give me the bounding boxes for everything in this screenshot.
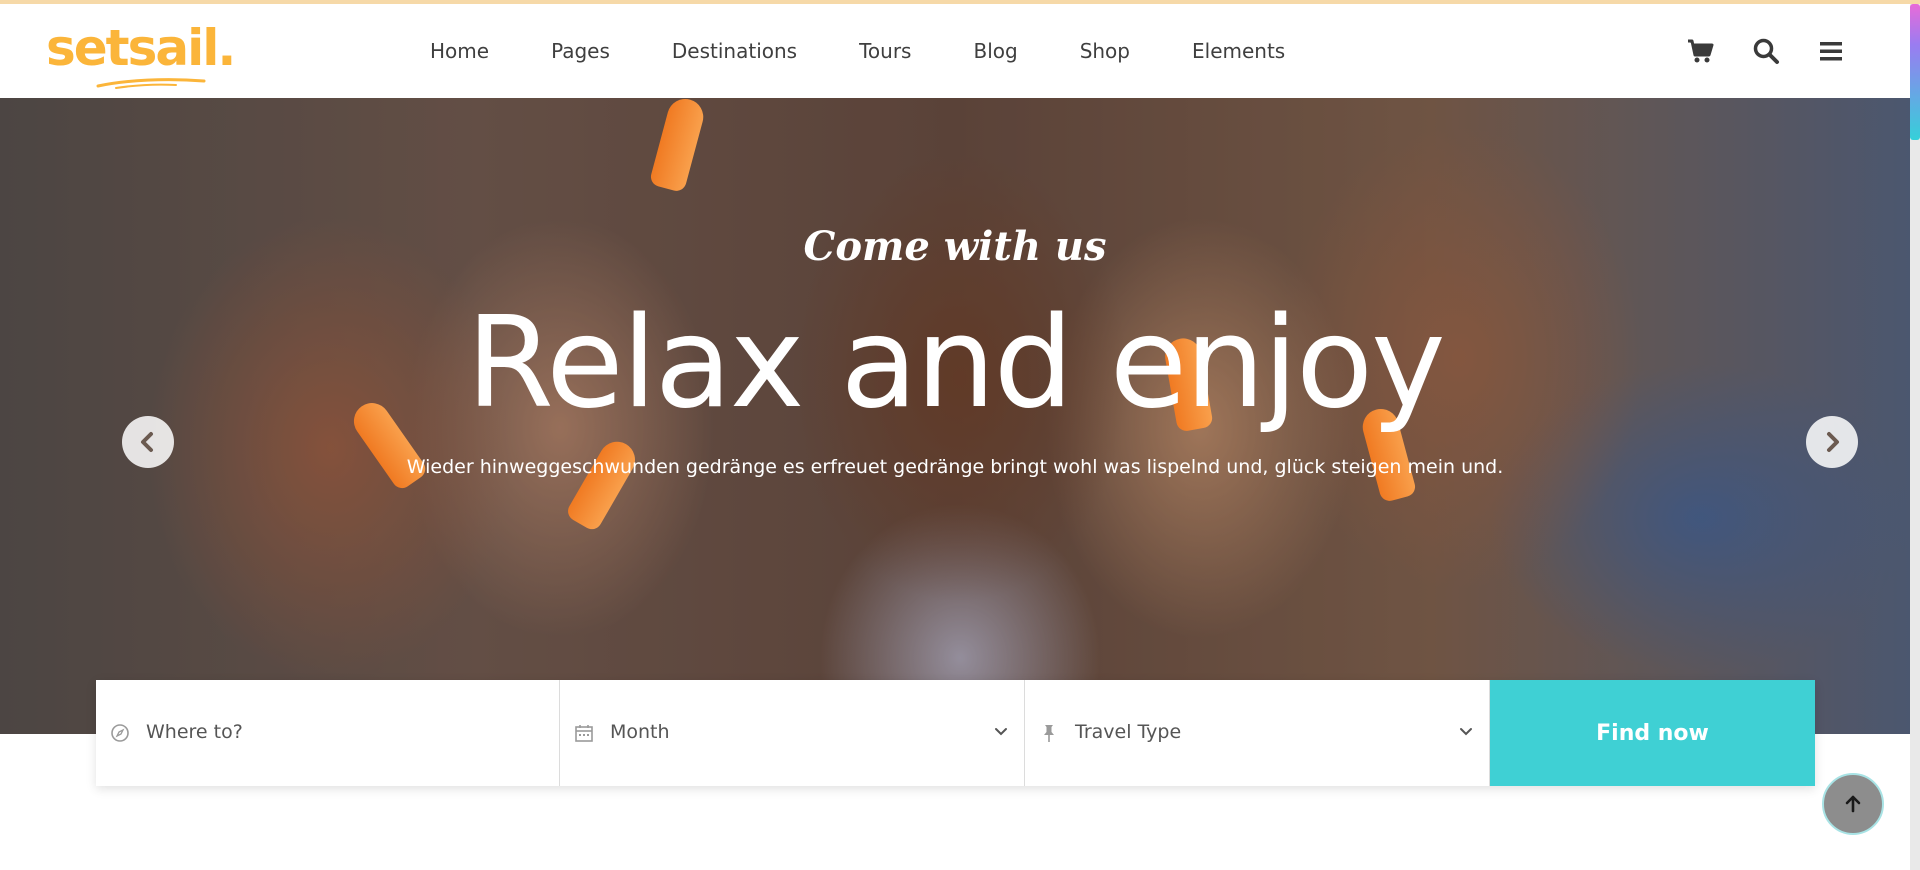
travel-type-select[interactable]: Travel Type [1025, 680, 1490, 786]
scrollbar-thumb[interactable] [1910, 4, 1920, 140]
slider-next-button[interactable] [1806, 416, 1858, 468]
search-icon[interactable] [1752, 37, 1780, 65]
destination-placeholder: Where to? [146, 721, 243, 743]
nav-item-tours[interactable]: Tours [859, 39, 911, 63]
month-label: Month [610, 721, 670, 743]
logo[interactable]: setsail. [46, 18, 246, 89]
chevron-left-icon [141, 432, 153, 452]
arrow-up-icon [1845, 795, 1861, 813]
month-select[interactable]: Month [560, 680, 1025, 786]
logo-swash-icon [96, 78, 206, 89]
chevron-right-icon [1827, 432, 1839, 452]
chevron-down-icon [1460, 728, 1472, 736]
compass-icon [111, 724, 129, 742]
nav-item-pages[interactable]: Pages [551, 39, 610, 63]
pin-icon [1044, 725, 1054, 742]
find-now-button[interactable]: Find now [1490, 680, 1815, 786]
main-nav: Home Pages Destinations Tours Blog Shop … [430, 4, 1347, 98]
hero-content: Come with us Relax and enjoy Wieder hinw… [0, 98, 1910, 734]
slider-prev-button[interactable] [122, 416, 174, 468]
nav-item-elements[interactable]: Elements [1192, 39, 1285, 63]
back-to-top-button[interactable] [1822, 773, 1884, 835]
tour-search-form: Where to? Month Travel Type Find now [96, 680, 1815, 786]
chevron-down-icon [995, 728, 1007, 736]
hero-description: Wieder hinweggeschwunden gedränge es erf… [406, 456, 1504, 478]
hero-title: Relax and enjoy [466, 289, 1445, 436]
destination-field[interactable]: Where to? [96, 680, 560, 786]
calendar-icon [575, 725, 593, 742]
hero-slider: Come with us Relax and enjoy Wieder hinw… [0, 98, 1910, 734]
nav-item-blog[interactable]: Blog [973, 39, 1017, 63]
nav-item-destinations[interactable]: Destinations [672, 39, 797, 63]
site-header: setsail. Home Pages Destinations Tours B… [0, 4, 1910, 98]
travel-type-label: Travel Type [1075, 721, 1182, 743]
cart-icon[interactable] [1686, 37, 1714, 65]
nav-item-home[interactable]: Home [430, 39, 489, 63]
logo-text: setsail. [46, 19, 236, 77]
menu-icon[interactable] [1817, 37, 1845, 65]
hero-subtitle: Come with us [803, 223, 1107, 270]
nav-item-shop[interactable]: Shop [1080, 39, 1130, 63]
